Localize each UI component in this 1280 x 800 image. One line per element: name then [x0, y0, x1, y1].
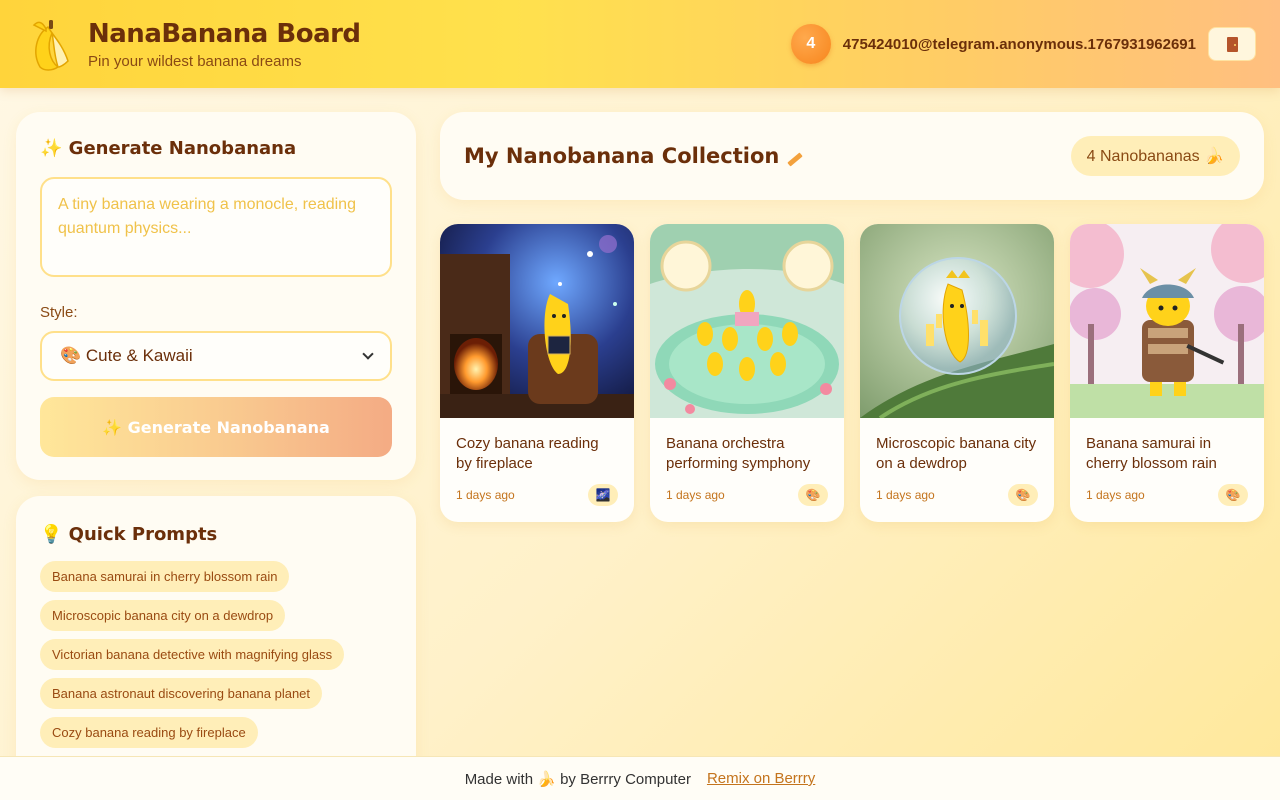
style-badge: 🎨: [1008, 484, 1038, 506]
card-image: [1070, 224, 1264, 418]
card-date: 1 days ago: [876, 488, 935, 502]
card-title: Cozy banana reading by fireplace: [456, 435, 599, 472]
footer: Made with 🍌 by Berrry Computer Remix on …: [0, 756, 1280, 800]
user-area: 4 475424010@telegram.anonymous.176793196…: [790, 24, 1256, 64]
style-select[interactable]: 🎨 Cute & Kawaii: [40, 331, 392, 381]
banana-card[interactable]: Cozy banana reading by fireplace 1 days …: [440, 224, 634, 522]
collection-header: My Nanobanana Collection 4 Nanobananas 🍌: [440, 112, 1264, 200]
style-badge: 🌌: [588, 484, 618, 506]
quick-prompts-list: Banana samurai in cherry blossom rain Mi…: [40, 561, 392, 756]
card-title: Banana orchestra performing symphony: [666, 435, 811, 472]
collection-title-text: My Nanobanana Collection: [464, 144, 780, 168]
brand: NanaBanana Board Pin your wildest banana…: [88, 19, 361, 70]
card-image: [860, 224, 1054, 418]
app-subtitle: Pin your wildest banana dreams: [88, 52, 302, 70]
collection-grid: Cozy banana reading by fireplace 1 days …: [440, 224, 1264, 522]
chevron-down-icon: [362, 348, 374, 360]
card-image: [650, 224, 844, 418]
card-date: 1 days ago: [456, 488, 515, 502]
remix-link[interactable]: Remix on Berrry: [707, 770, 815, 787]
door-icon: [1226, 36, 1238, 52]
logout-button[interactable]: [1208, 27, 1256, 61]
user-email: 475424010@telegram.anonymous.17679319626…: [842, 35, 1196, 53]
quick-prompt-chip[interactable]: Victorian banana detective with magnifyi…: [40, 639, 345, 670]
generate-button[interactable]: ✨ Generate Nanobanana: [40, 397, 392, 457]
app-title: NanaBanana Board: [88, 18, 361, 49]
quick-prompt-chip[interactable]: Microscopic banana city on a dewdrop: [40, 600, 286, 631]
collection-count-badge: 4 Nanobananas 🍌: [1070, 136, 1240, 176]
card-title: Banana samurai in cherry blossom rain: [1086, 435, 1217, 472]
app-header: NanaBanana Board Pin your wildest banana…: [0, 0, 1280, 88]
footer-credit: Made with 🍌 by Berrry Computer: [464, 770, 691, 788]
style-badge: 🎨: [798, 484, 828, 506]
card-image: [440, 224, 634, 418]
banana-card[interactable]: Microscopic banana city on a dewdrop 1 d…: [860, 224, 1054, 522]
card-title: Microscopic banana city on a dewdrop: [876, 435, 1037, 472]
banana-card[interactable]: Banana samurai in cherry blossom rain 1 …: [1070, 224, 1264, 522]
quick-prompt-chip[interactable]: Cozy banana reading by fireplace: [40, 717, 258, 748]
card-date: 1 days ago: [666, 488, 725, 502]
style-badge: 🎨: [1218, 484, 1248, 506]
banana-card[interactable]: Banana orchestra performing symphony 1 d…: [650, 224, 844, 522]
generate-title: ✨ Generate Nanobanana: [40, 138, 297, 159]
collection-title: My Nanobanana Collection: [464, 144, 804, 168]
count-badge: 4: [790, 24, 831, 64]
quick-prompts-panel: 💡 Quick Prompts Banana samurai in cherry…: [16, 496, 416, 800]
pencil-icon: [787, 151, 804, 167]
banana-logo-icon: [32, 20, 69, 71]
generate-panel: ✨ Generate Nanobanana Style: 🎨 Cute & Ka…: [16, 112, 416, 480]
quick-prompt-chip[interactable]: Banana astronaut discovering banana plan…: [40, 678, 323, 709]
style-label: Style:: [40, 304, 78, 321]
card-date: 1 days ago: [1086, 488, 1145, 502]
prompt-input[interactable]: [40, 177, 392, 277]
quick-prompts-title: 💡 Quick Prompts: [40, 524, 218, 545]
quick-prompt-chip[interactable]: Banana samurai in cherry blossom rain: [40, 561, 290, 592]
style-select-value: 🎨 Cute & Kawaii: [60, 346, 193, 365]
